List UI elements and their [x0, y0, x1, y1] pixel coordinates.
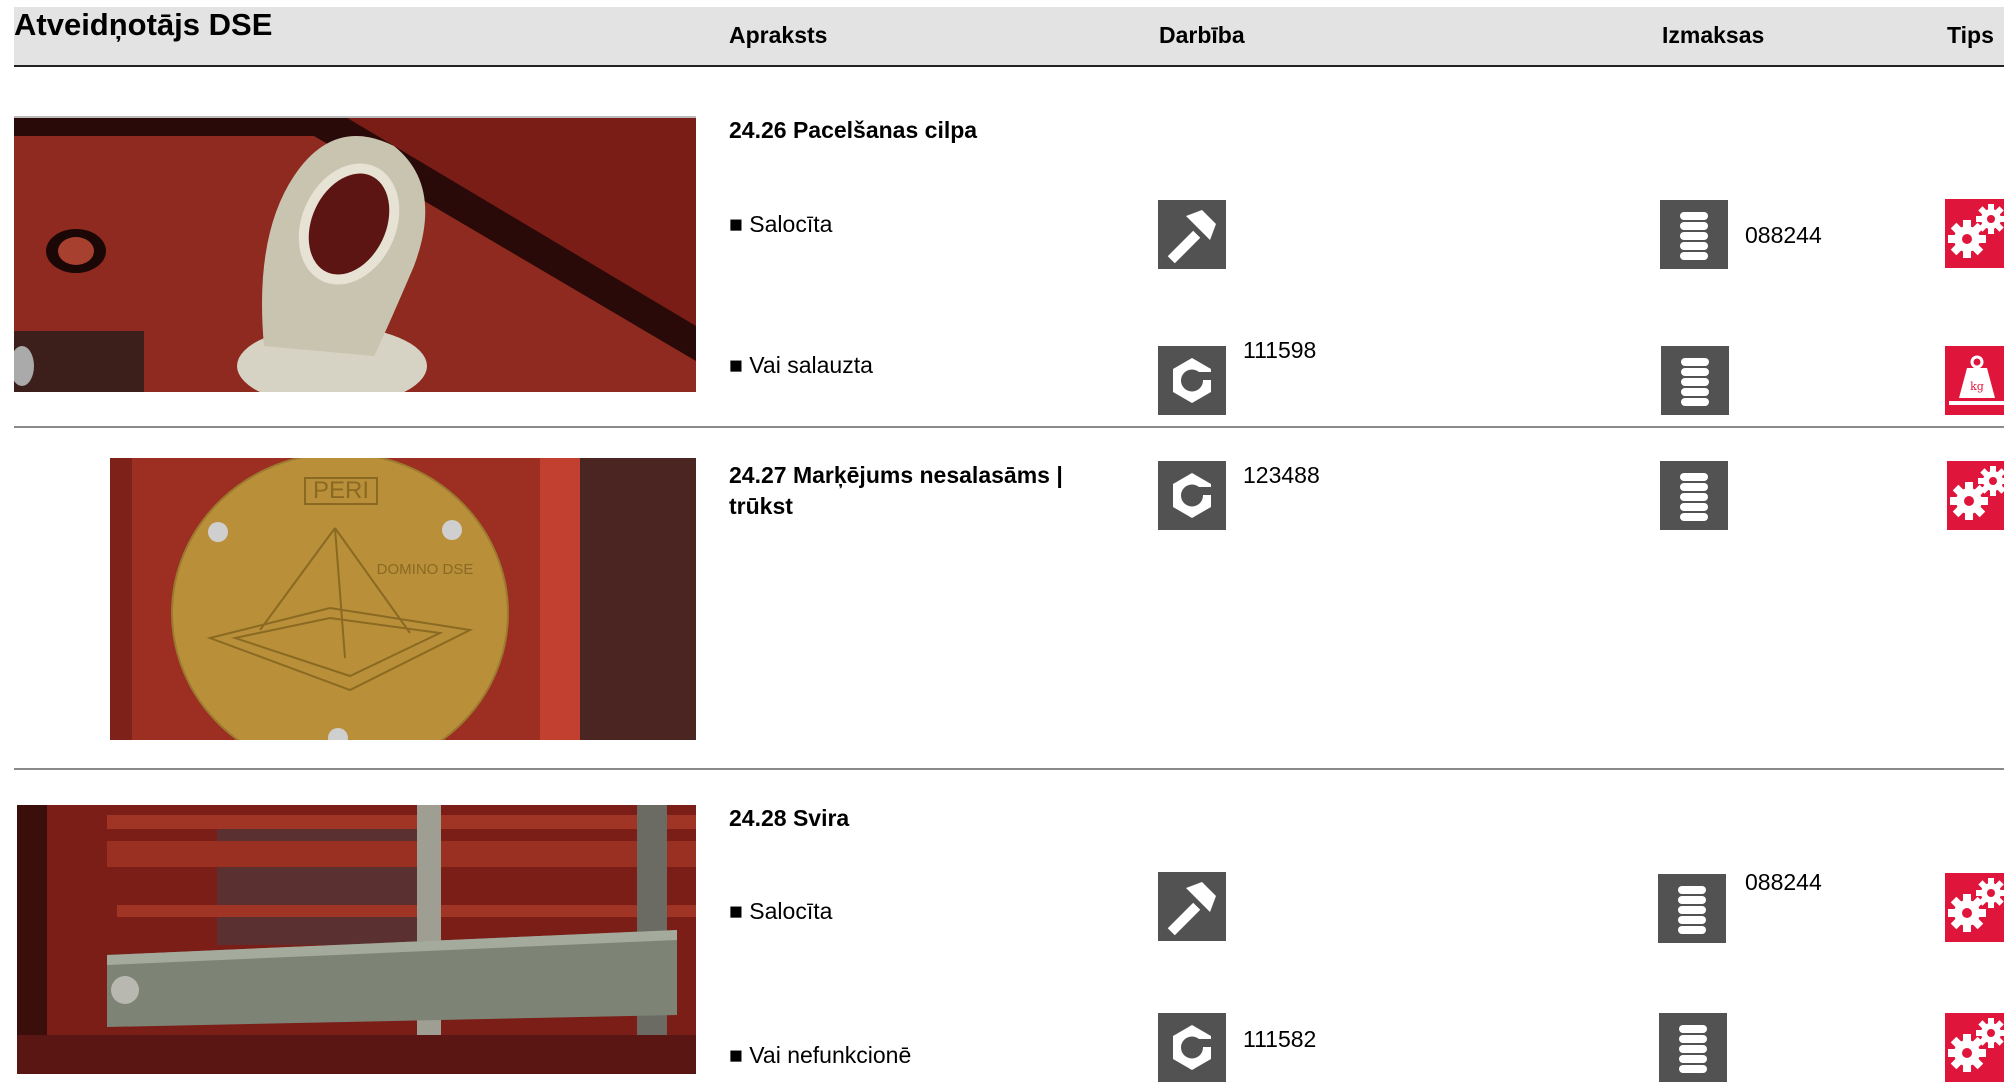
list-item: ■ Salocīta	[729, 898, 833, 924]
gears-icon	[1945, 1013, 2004, 1082]
section-title: 24.28 Svira	[729, 805, 850, 831]
hammer-icon	[1158, 200, 1226, 269]
column-header-description: Apraksts	[729, 22, 828, 48]
weight-kg-icon	[1945, 346, 2004, 415]
marking-plate-photo: PERI DOMINO DSE	[110, 458, 696, 740]
list-item: ■ Vai nefunkcionē	[729, 1042, 912, 1068]
column-header-costs: Izmaksas	[1662, 22, 1765, 48]
coin-stack-icon	[1661, 346, 1729, 415]
coin-stack-icon	[1660, 200, 1728, 269]
action-code: 111582	[1243, 1026, 1317, 1052]
action-code: 111598	[1243, 337, 1317, 363]
cost-code: 088244	[1745, 869, 1822, 895]
hex-nut-icon	[1158, 346, 1226, 415]
gears-icon	[1947, 461, 2004, 530]
plate-product-text: DOMINO DSE	[377, 561, 474, 578]
section-title: 24.27 Marķējums nesalasāms | trūkst	[729, 462, 1063, 519]
lever-photo	[17, 805, 696, 1074]
page-title: Atveidņotājs DSE	[14, 7, 273, 42]
coin-stack-icon	[1659, 1013, 1727, 1082]
hammer-icon	[1158, 872, 1226, 941]
list-item: ■ Vai salauzta	[729, 352, 873, 378]
cost-code: 088244	[1745, 222, 1822, 248]
action-code: 123488	[1243, 462, 1320, 488]
section-divider	[14, 426, 2004, 428]
coin-stack-icon	[1658, 874, 1726, 943]
hex-nut-icon	[1158, 1013, 1226, 1082]
hex-nut-icon	[1158, 461, 1226, 530]
gears-icon	[1945, 199, 2004, 268]
section-divider	[14, 768, 2004, 770]
column-header-tips: Tips	[1947, 22, 1994, 48]
plate-brand-text: PERI	[313, 477, 369, 504]
list-item: ■ Salocīta	[729, 211, 833, 237]
section-title: 24.26 Pacelšanas cilpa	[729, 117, 978, 143]
gears-icon	[1945, 873, 2004, 942]
coin-stack-icon	[1660, 461, 1728, 530]
lifting-eye-photo	[14, 116, 696, 392]
column-header-action: Darbība	[1159, 22, 1245, 48]
